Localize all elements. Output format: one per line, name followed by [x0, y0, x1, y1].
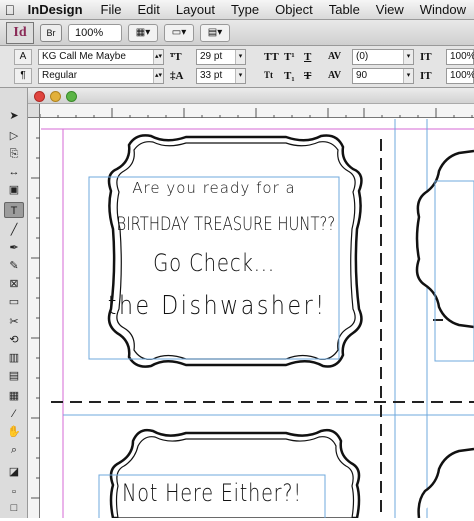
ruler-origin[interactable] [28, 104, 40, 118]
superscript-button[interactable]: T¹ [284, 51, 295, 63]
zoom-window-icon[interactable] [66, 91, 77, 102]
menu-type[interactable]: Type [223, 2, 267, 17]
font-size-value: 29 pt [200, 51, 223, 62]
paragraph-mode-button[interactable]: ¶ [14, 68, 32, 84]
type-tool-icon[interactable]: T [4, 202, 24, 218]
application-bar: Id Br 100% ▦▾ ▭▾ ▤▾ [0, 20, 474, 46]
vertical-scale-icon: IT [420, 51, 432, 63]
minimize-window-icon[interactable] [50, 91, 61, 102]
card1-line1[interactable]: Are you ready for a [89, 179, 339, 197]
document-canvas[interactable]: Are you ready for a BIRTHDAY TREASURE HU… [41, 119, 474, 518]
hand-tool-icon[interactable]: ✋ [4, 424, 24, 440]
leading-icon: ‡A [170, 70, 184, 82]
tracking-field[interactable]: 90 ▾ [352, 68, 414, 84]
selection-tool-icon[interactable]: ➤ [4, 108, 24, 124]
kerning-field[interactable]: (0) ▾ [352, 49, 414, 65]
font-style-value: Regular [42, 70, 78, 81]
card2-line1[interactable]: Not Here Either?! [122, 479, 303, 507]
chevron-down-icon: ▾ [235, 50, 245, 64]
menu-layout[interactable]: Layout [168, 2, 223, 17]
eyedropper-tool-icon[interactable]: ⁄ [4, 406, 24, 422]
chevron-down-icon: ▾ [403, 69, 413, 83]
strikethrough-button[interactable]: T [304, 70, 311, 82]
gap-tool-icon[interactable]: ↔ [4, 164, 24, 180]
underline-button[interactable]: T [304, 51, 311, 63]
font-family-select[interactable]: KG Call Me Maybe ▴▾ [38, 49, 164, 65]
horizontal-scale-value: 100% [450, 70, 474, 81]
tracking-icon: AV [328, 70, 342, 81]
menu-bar:  InDesign File Edit Layout Type Object … [0, 0, 474, 20]
font-style-select[interactable]: Regular ▴▾ [38, 68, 164, 84]
pen-tool-icon[interactable]: ✒ [4, 240, 24, 256]
card1-line2[interactable]: BIRTHDAY TREASURE HUNT?? [117, 213, 336, 235]
horizontal-scale-icon: IT [420, 70, 432, 82]
content-collector-icon[interactable]: ▣ [4, 182, 24, 198]
app-menu[interactable]: InDesign [20, 2, 93, 17]
menu-object[interactable]: Object [267, 2, 321, 17]
character-mode-button[interactable]: A [14, 49, 32, 65]
zoom-level-field[interactable]: 100% [68, 23, 122, 42]
chevron-down-icon: ▴▾ [153, 50, 163, 64]
line-tool-icon[interactable]: ╱ [4, 222, 24, 238]
allcaps-button[interactable]: TT [264, 51, 279, 63]
leading-value: 33 pt [200, 70, 223, 81]
card1-line4[interactable]: the Dishwasher! [108, 291, 324, 321]
pencil-tool-icon[interactable]: ✎ [4, 258, 24, 274]
chevron-down-icon: ▴▾ [153, 69, 163, 83]
gradient-tool-icon[interactable]: ▥ [4, 350, 24, 366]
chevron-down-icon: ▾ [235, 69, 245, 83]
font-family-value: KG Call Me Maybe [42, 51, 126, 62]
document-title-bar [28, 88, 474, 104]
menu-view[interactable]: View [368, 2, 412, 17]
font-size-icon: ᵀT [170, 51, 182, 63]
direct-selection-tool-icon[interactable]: ▷ [4, 128, 24, 144]
note-tool-icon[interactable]: ▦ [4, 388, 24, 404]
arrange-documents-icon[interactable]: ▤▾ [200, 23, 230, 42]
vertical-scale-value: 100% [450, 51, 474, 62]
free-transform-tool-icon[interactable]: ⟲ [4, 332, 24, 348]
tools-panel: ➤ ▷ ⎘ ↔ ▣ T ╱ ✒ ✎ ⊠ ▭ ✂ ⟲ ▥ ▤ ▦ ⁄ ✋ ⌕ ◪ … [0, 88, 28, 518]
view-options-icon[interactable]: ▦▾ [128, 23, 158, 42]
zoom-tool-icon[interactable]: ⌕ [4, 442, 24, 458]
fill-stroke-swatch-icon[interactable]: ◪ [4, 464, 24, 480]
tracking-value: 90 [356, 70, 368, 81]
menu-window[interactable]: Window [412, 2, 474, 17]
screen-mode-icon[interactable]: ▭▾ [164, 23, 194, 42]
control-panel: A KG Call Me Maybe ▴▾ ᵀT 29 pt ▾ TT T¹ T A… [0, 46, 474, 88]
card1-line3[interactable]: Go Check... [112, 249, 317, 277]
menu-table[interactable]: Table [321, 2, 368, 17]
menu-file[interactable]: File [93, 2, 130, 17]
font-size-field[interactable]: 29 pt ▾ [196, 49, 246, 65]
indesign-logo: Id [6, 21, 34, 44]
subscript-button[interactable]: T₁ [284, 70, 295, 82]
kerning-value: (0) [356, 51, 369, 62]
kerning-icon: AV [328, 51, 342, 62]
vertical-ruler[interactable] [28, 118, 40, 518]
formatting-container-icon[interactable]: ▫ [4, 484, 24, 500]
horizontal-scale-field[interactable]: 100% [446, 68, 474, 84]
screen-mode-tool-icon[interactable]: □ [4, 500, 24, 516]
leading-field[interactable]: 33 pt ▾ [196, 68, 246, 84]
bridge-button[interactable]: Br [40, 23, 62, 42]
chevron-down-icon: ▾ [403, 50, 413, 64]
apple-menu-icon[interactable]:  [0, 2, 20, 18]
scissors-tool-icon[interactable]: ✂ [4, 314, 24, 330]
vertical-scale-field[interactable]: 100% [446, 49, 474, 65]
menu-edit[interactable]: Edit [130, 2, 168, 17]
gradient-feather-tool-icon[interactable]: ▤ [4, 368, 24, 384]
horizontal-ruler[interactable] [39, 104, 474, 118]
rectangle-tool-icon[interactable]: ▭ [4, 294, 24, 310]
bracket-frame-3 [415, 149, 474, 518]
page-tool-icon[interactable]: ⎘ [4, 146, 24, 162]
close-window-icon[interactable] [34, 91, 45, 102]
rectangle-frame-tool-icon[interactable]: ⊠ [4, 276, 24, 292]
smallcaps-button[interactable]: Tt [264, 70, 273, 80]
